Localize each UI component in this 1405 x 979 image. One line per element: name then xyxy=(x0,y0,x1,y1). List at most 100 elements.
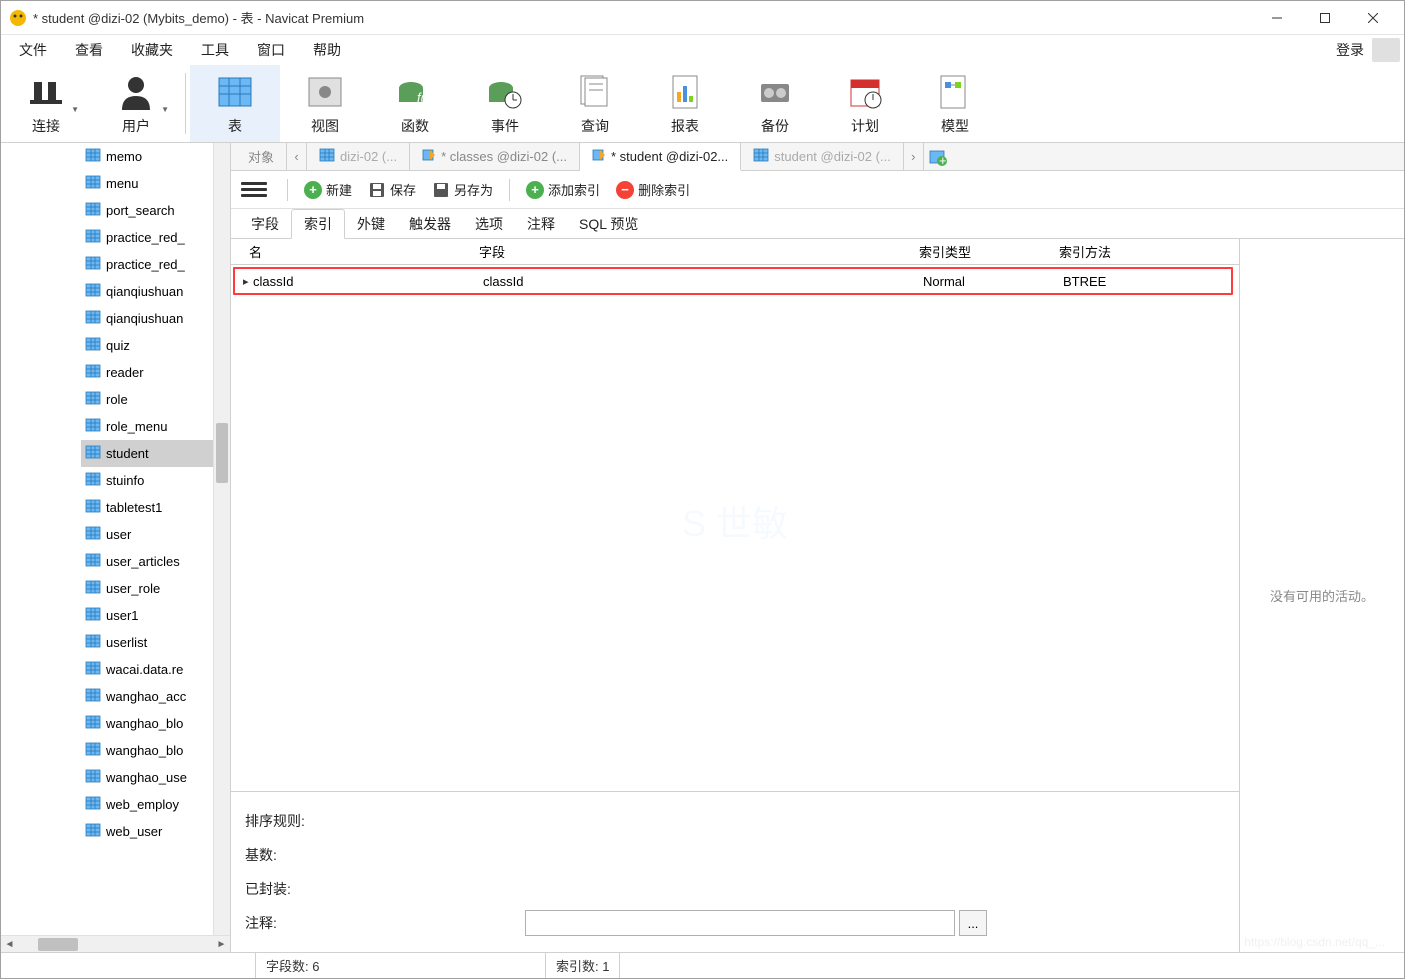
doc-tab-3[interactable]: * student @dizi-02... xyxy=(580,143,741,171)
user-avatar-icon[interactable] xyxy=(1372,38,1400,62)
table-item-stuinfo[interactable]: stuinfo xyxy=(81,467,230,494)
index-grid-body[interactable]: ▸classIdclassIdNormalBTREE S 世敏 xyxy=(231,265,1239,791)
table-item-student[interactable]: student xyxy=(81,440,230,467)
tool-query[interactable]: 查询 xyxy=(550,65,640,142)
table-item-reader[interactable]: reader xyxy=(81,359,230,386)
cell-type[interactable]: Normal xyxy=(923,274,1063,289)
table-item-menu[interactable]: menu xyxy=(81,170,230,197)
doc-tab-2[interactable]: * classes @dizi-02 (... xyxy=(410,143,580,170)
activity-empty: 没有可用的活动。 xyxy=(1270,586,1374,605)
designer-tab-外键[interactable]: 外键 xyxy=(345,210,397,238)
menubar: 文件 查看 收藏夹 工具 窗口 帮助 登录 xyxy=(1,35,1404,65)
table-item-qianqiushuan[interactable]: qianqiushuan xyxy=(81,305,230,332)
table-item-wanghao_use[interactable]: wanghao_use xyxy=(81,764,230,791)
table-item-wanghao_blo[interactable]: wanghao_blo xyxy=(81,737,230,764)
table-item-wanghao_blo[interactable]: wanghao_blo xyxy=(81,710,230,737)
index-row[interactable]: ▸classIdclassIdNormalBTREE xyxy=(233,267,1233,295)
col-header-name[interactable]: 名 xyxy=(249,242,479,261)
save-button[interactable]: 保存 xyxy=(362,178,422,201)
col-header-method[interactable]: 索引方法 xyxy=(1059,242,1199,261)
table-item-role_menu[interactable]: role_menu xyxy=(81,413,230,440)
table-tree[interactable]: memomenuport_searchpractice_red_practice… xyxy=(1,143,230,935)
table-item-userlist[interactable]: userlist xyxy=(81,629,230,656)
tool-event[interactable]: 事件 xyxy=(460,65,550,142)
query-icon xyxy=(575,72,615,112)
table-item-web_user[interactable]: web_user xyxy=(81,818,230,845)
comment-label: 注释: xyxy=(245,913,525,933)
sidebar-scrollbar-horizontal[interactable]: ◄► xyxy=(1,935,230,952)
cell-name[interactable]: classId xyxy=(253,274,483,289)
doc-tab-1[interactable]: dizi-02 (... xyxy=(307,143,410,170)
tool-plug[interactable]: 连接▼ xyxy=(1,65,91,142)
designer-tab-字段[interactable]: 字段 xyxy=(239,210,291,238)
menu-favorites[interactable]: 收藏夹 xyxy=(117,36,187,64)
table-item-user[interactable]: user xyxy=(81,521,230,548)
saveas-icon xyxy=(432,181,450,199)
table-item-practice_red_[interactable]: practice_red_ xyxy=(81,224,230,251)
comment-more-button[interactable]: ... xyxy=(959,910,987,936)
maximize-button[interactable] xyxy=(1302,3,1348,33)
saveas-button[interactable]: 另存为 xyxy=(426,178,499,201)
table-icon xyxy=(85,606,101,625)
sidebar: memomenuport_searchpractice_red_practice… xyxy=(1,143,231,952)
login-link[interactable]: 登录 xyxy=(1322,36,1368,64)
tool-model[interactable]: 模型 xyxy=(910,65,1000,142)
designer-tab-索引[interactable]: 索引 xyxy=(291,209,345,239)
table-item-wanghao_acc[interactable]: wanghao_acc xyxy=(81,683,230,710)
table-item-wacai.data.re[interactable]: wacai.data.re xyxy=(81,656,230,683)
menu-help[interactable]: 帮助 xyxy=(299,36,355,64)
table-item-user_articles[interactable]: user_articles xyxy=(81,548,230,575)
designer-tabs: 字段索引外键触发器选项注释SQL 预览 xyxy=(231,209,1404,239)
table-item-user1[interactable]: user1 xyxy=(81,602,230,629)
table-icon xyxy=(85,363,101,382)
add-index-button[interactable]: +添加索引 xyxy=(520,178,606,201)
table-item-role[interactable]: role xyxy=(81,386,230,413)
menu-tools[interactable]: 工具 xyxy=(187,36,243,64)
tab-scroll-right[interactable]: › xyxy=(904,143,924,170)
table-item-qianqiushuan[interactable]: qianqiushuan xyxy=(81,278,230,305)
activity-panel: 没有可用的活动。 xyxy=(1239,239,1404,952)
tool-schedule[interactable]: 计划 xyxy=(820,65,910,142)
table-item-tabletest1[interactable]: tabletest1 xyxy=(81,494,230,521)
table-icon xyxy=(85,390,101,409)
table-item-practice_red_[interactable]: practice_red_ xyxy=(81,251,230,278)
comment-input[interactable] xyxy=(525,910,955,936)
table-item-quiz[interactable]: quiz xyxy=(81,332,230,359)
col-header-field[interactable]: 字段 xyxy=(479,242,919,261)
designer-tab-选项[interactable]: 选项 xyxy=(463,210,515,238)
table-icon xyxy=(85,687,101,706)
menu-view[interactable]: 查看 xyxy=(61,36,117,64)
table-icon xyxy=(85,174,101,193)
tab-scroll-left[interactable]: ‹ xyxy=(287,143,307,170)
designer-tab-SQL 预览[interactable]: SQL 预览 xyxy=(567,210,650,238)
tool-report[interactable]: 报表 xyxy=(640,65,730,142)
new-button[interactable]: +新建 xyxy=(298,178,358,201)
table-item-user_role[interactable]: user_role xyxy=(81,575,230,602)
cell-method[interactable]: BTREE xyxy=(1063,274,1203,289)
table-item-port_search[interactable]: port_search xyxy=(81,197,230,224)
designer-tab-注释[interactable]: 注释 xyxy=(515,210,567,238)
table-icon xyxy=(85,633,101,652)
tool-user[interactable]: 用户▼ xyxy=(91,65,181,142)
table-item-web_employ[interactable]: web_employ xyxy=(81,791,230,818)
col-header-type[interactable]: 索引类型 xyxy=(919,242,1059,261)
tool-fx[interactable]: f(x)函数 xyxy=(370,65,460,142)
sidebar-scrollbar-vertical[interactable] xyxy=(213,143,230,935)
menu-window[interactable]: 窗口 xyxy=(243,36,299,64)
menu-file[interactable]: 文件 xyxy=(5,36,61,64)
minimize-button[interactable] xyxy=(1254,3,1300,33)
tool-view[interactable]: 视图 xyxy=(280,65,370,142)
doc-tab-4[interactable]: student @dizi-02 (... xyxy=(741,143,904,170)
table-item-memo[interactable]: memo xyxy=(81,143,230,170)
tab-add-button[interactable]: + xyxy=(924,143,952,170)
tool-backup[interactable]: 备份 xyxy=(730,65,820,142)
doc-tab-0[interactable]: 对象 xyxy=(231,143,287,170)
user-icon xyxy=(116,72,156,112)
delete-index-button[interactable]: −删除索引 xyxy=(610,178,696,201)
cell-field[interactable]: classId xyxy=(483,274,923,289)
designer-tab-触发器[interactable]: 触发器 xyxy=(397,210,463,238)
tool-table[interactable]: 表 xyxy=(190,65,280,142)
menu-icon[interactable] xyxy=(241,179,267,201)
close-button[interactable] xyxy=(1350,3,1396,33)
packed-label: 已封装: xyxy=(245,879,525,899)
